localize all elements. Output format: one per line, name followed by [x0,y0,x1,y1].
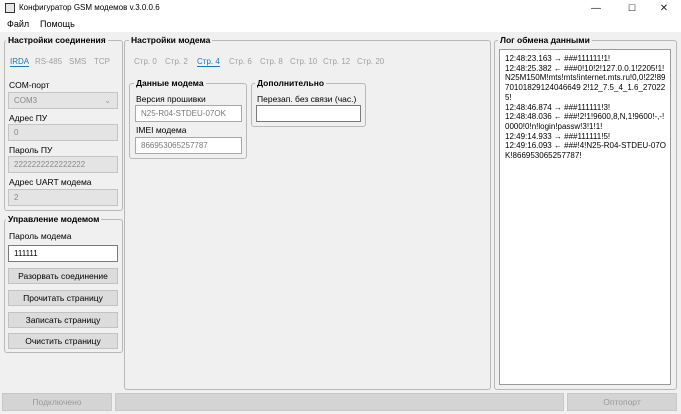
menu-file[interactable]: Файл [7,19,29,29]
uart-address-label: Адрес UART модема [9,177,92,187]
maximize-button[interactable]: ☐ [616,0,648,16]
imei-field[interactable]: 866953065257787 [135,137,242,154]
tab-page-6[interactable]: Стр. 6 [229,57,252,66]
com-port-select[interactable]: COM3 ⌄ [8,92,118,109]
menu-help[interactable]: Помощь [40,19,75,29]
tab-page-12[interactable]: Стр. 12 [323,57,350,66]
disconnect-button[interactable]: Разорвать соединение [8,268,118,284]
status-connected: Подключено [2,393,112,411]
modem-control-title: Управление модемом [6,214,102,224]
tab-page-4[interactable]: Стр. 4 [197,57,220,67]
close-button[interactable]: ✕ [648,0,680,16]
window-title: Конфигуратор GSM модемов v.3.0.0.6 [19,3,160,12]
tab-page-2[interactable]: Стр. 2 [165,57,188,66]
tab-tcp[interactable]: TCP [94,57,110,66]
tab-page-0[interactable]: Стр. 0 [134,57,157,66]
app-icon [5,3,15,13]
minimize-button[interactable]: — [580,0,612,16]
com-port-value: COM3 [14,96,38,105]
modem-password-label: Пароль модема [9,231,72,241]
modem-password-input[interactable]: 111111 [8,245,118,262]
tab-page-8[interactable]: Стр. 8 [260,57,283,66]
imei-label: IMEI модема [136,125,187,135]
tab-rs485[interactable]: RS-485 [35,57,62,66]
menu-bar: Файл Помощь [0,16,681,32]
firmware-field[interactable]: N25-R04-STDEU-07OK [135,105,242,122]
progress-bar [115,393,564,411]
password-label: Пароль ПУ [9,145,53,155]
password-field[interactable]: 2222222222222222 [8,156,118,173]
tab-page-20[interactable]: Стр. 20 [357,57,384,66]
clear-page-button[interactable]: Очистить страницу [8,333,118,349]
write-page-button[interactable]: Записать страницу [8,312,118,328]
address-field[interactable]: 0 [8,124,118,141]
uart-address-field[interactable]: 2 [8,189,118,206]
address-label: Адрес ПУ [9,113,48,123]
title-bar: Конфигуратор GSM модемов v.3.0.0.6 — ☐ ✕ [0,0,681,16]
reconnect-label: Перезап. без связи (час.) [257,94,357,104]
read-page-button[interactable]: Прочитать страницу [8,290,118,306]
log-title: Лог обмена данными [498,35,592,45]
com-port-label: COM-порт [9,80,50,90]
log-text: 12:48:23.163 → ###111111!1! 12:48:25.382… [505,54,666,161]
connection-settings-title: Настройки соединения [6,35,108,45]
tab-page-10[interactable]: Стр. 10 [290,57,317,66]
reconnect-input[interactable] [256,105,361,122]
modem-settings-title: Настройки модема [129,35,213,45]
tab-irda[interactable]: IRDA [10,57,30,67]
modem-data-title: Данные модема [134,78,206,88]
chevron-down-icon: ⌄ [104,96,111,105]
log-textbox[interactable]: 12:48:23.163 → ###111111!1! 12:48:25.382… [499,49,671,385]
firmware-label: Версия прошивки [136,94,206,104]
status-port: Оптопорт [567,393,677,411]
tab-sms[interactable]: SMS [69,57,86,66]
extra-title: Дополнительно [255,78,327,88]
